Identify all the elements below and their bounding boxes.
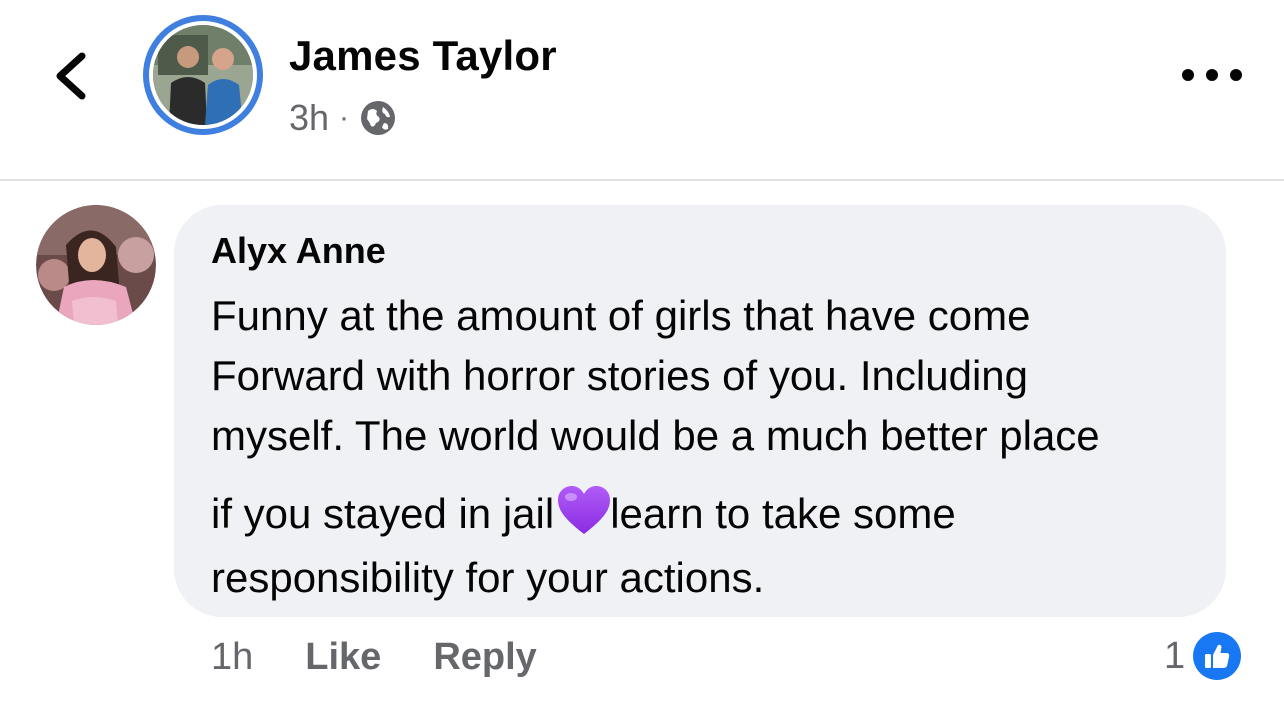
thumbs-up-icon [1193, 632, 1242, 680]
comment-line: Forward with horror stories of you. Incl… [211, 352, 1029, 399]
poster-avatar[interactable] [143, 15, 263, 135]
more-dot [1182, 69, 1194, 81]
comment-time[interactable]: 1h [211, 636, 253, 679]
comment-segment: if you stayed in jail [211, 490, 555, 537]
post-time[interactable]: 3h [289, 97, 329, 139]
header-divider [0, 179, 1284, 181]
reaction-summary[interactable]: 1 [1164, 630, 1242, 682]
commenter-avatar[interactable] [36, 205, 156, 325]
reaction-count: 1 [1164, 634, 1186, 677]
comment-line: if you stayed in jail learn to take some [211, 466, 1211, 548]
comment-line: myself. The world would be a much better… [211, 412, 1100, 459]
reply-button[interactable]: Reply [433, 636, 536, 679]
more-options-button[interactable] [1182, 60, 1242, 90]
more-dot [1206, 69, 1218, 81]
poster-name[interactable]: James Taylor [289, 32, 557, 80]
back-button[interactable] [48, 48, 96, 104]
meta-separator: · [339, 101, 350, 134]
comment-actions: 1h Like Reply [211, 632, 537, 682]
globe-icon[interactable] [359, 99, 397, 137]
post-header: James Taylor 3h · [0, 0, 1284, 180]
comment-line: Funny at the amount of girls that have c… [211, 292, 1031, 339]
chevron-left-icon [56, 52, 86, 100]
more-dot [1230, 69, 1242, 81]
purple-heart-icon [558, 486, 611, 534]
post-meta: 3h · [289, 96, 397, 140]
comment-author[interactable]: Alyx Anne [211, 230, 386, 272]
comment-line: responsibility for your actions. [211, 554, 765, 601]
like-button[interactable]: Like [305, 636, 381, 679]
comment-text: Funny at the amount of girls that have c… [211, 286, 1211, 608]
comment-segment: learn to take some [610, 490, 956, 537]
